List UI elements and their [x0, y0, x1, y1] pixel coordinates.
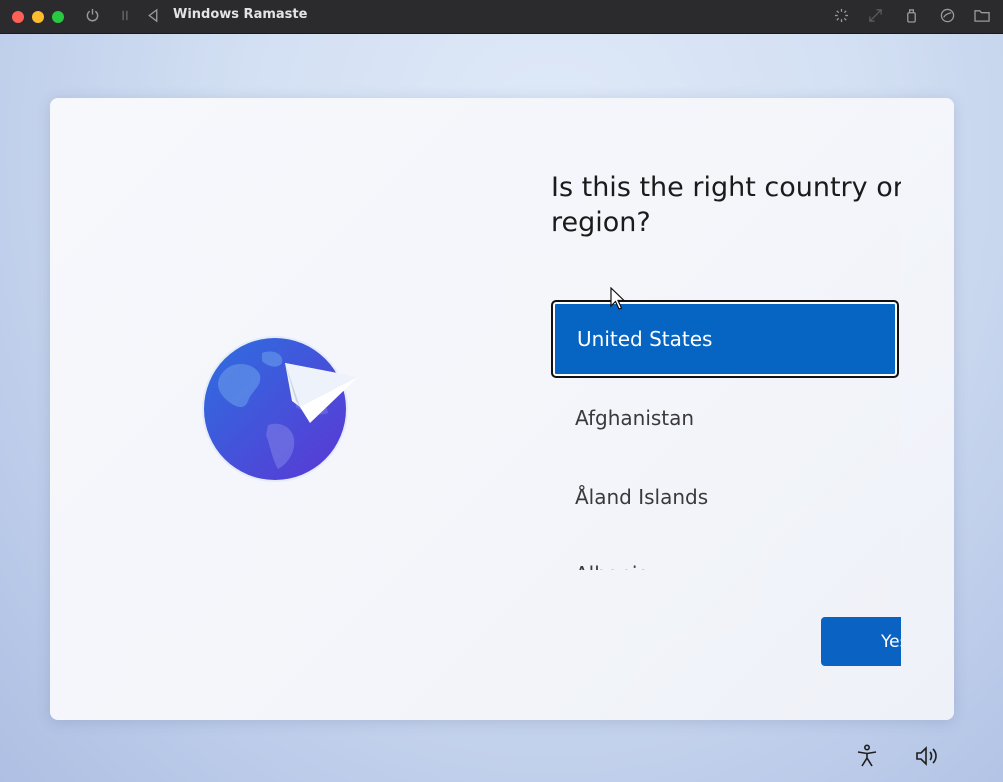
share-icon[interactable] — [940, 8, 955, 27]
accessibility-icon[interactable] — [856, 744, 878, 773]
mouse-cursor-icon — [610, 286, 626, 315]
country-label: Åland Islands — [575, 485, 709, 509]
minimize-window-button[interactable] — [32, 10, 44, 23]
volume-icon[interactable] — [915, 744, 941, 773]
country-label: United States — [577, 327, 713, 351]
country-list[interactable]: United States Afghanistan Åland Islands … — [551, 298, 901, 570]
list-item[interactable]: Afghanistan — [551, 379, 899, 457]
page-title: Is this the right country or region? — [551, 172, 904, 238]
list-item[interactable]: Åland Islands — [551, 458, 899, 536]
globe-illustration — [200, 335, 370, 485]
back-icon[interactable] — [146, 8, 160, 27]
pause-icon[interactable] — [120, 8, 130, 27]
power-icon[interactable] — [85, 8, 100, 27]
zoom-window-button[interactable] — [52, 10, 64, 23]
country-label: Afghanistan — [575, 406, 695, 430]
folder-icon[interactable] — [974, 8, 991, 27]
window-controls — [12, 10, 64, 23]
close-window-button[interactable] — [12, 10, 24, 23]
setup-card: Is this the right country or region? Uni… — [50, 98, 954, 720]
country-label: Albania — [575, 562, 650, 570]
window-titlebar: Windows Ramaste — [0, 0, 1003, 34]
window-title: Windows Ramaste — [173, 7, 308, 22]
resize-icon[interactable] — [868, 8, 883, 27]
card-edge-mask — [901, 98, 954, 720]
loading-icon[interactable] — [834, 8, 849, 27]
list-item[interactable]: United States — [551, 300, 899, 378]
usb-icon[interactable] — [905, 8, 918, 27]
list-item[interactable]: Albania — [551, 535, 899, 570]
